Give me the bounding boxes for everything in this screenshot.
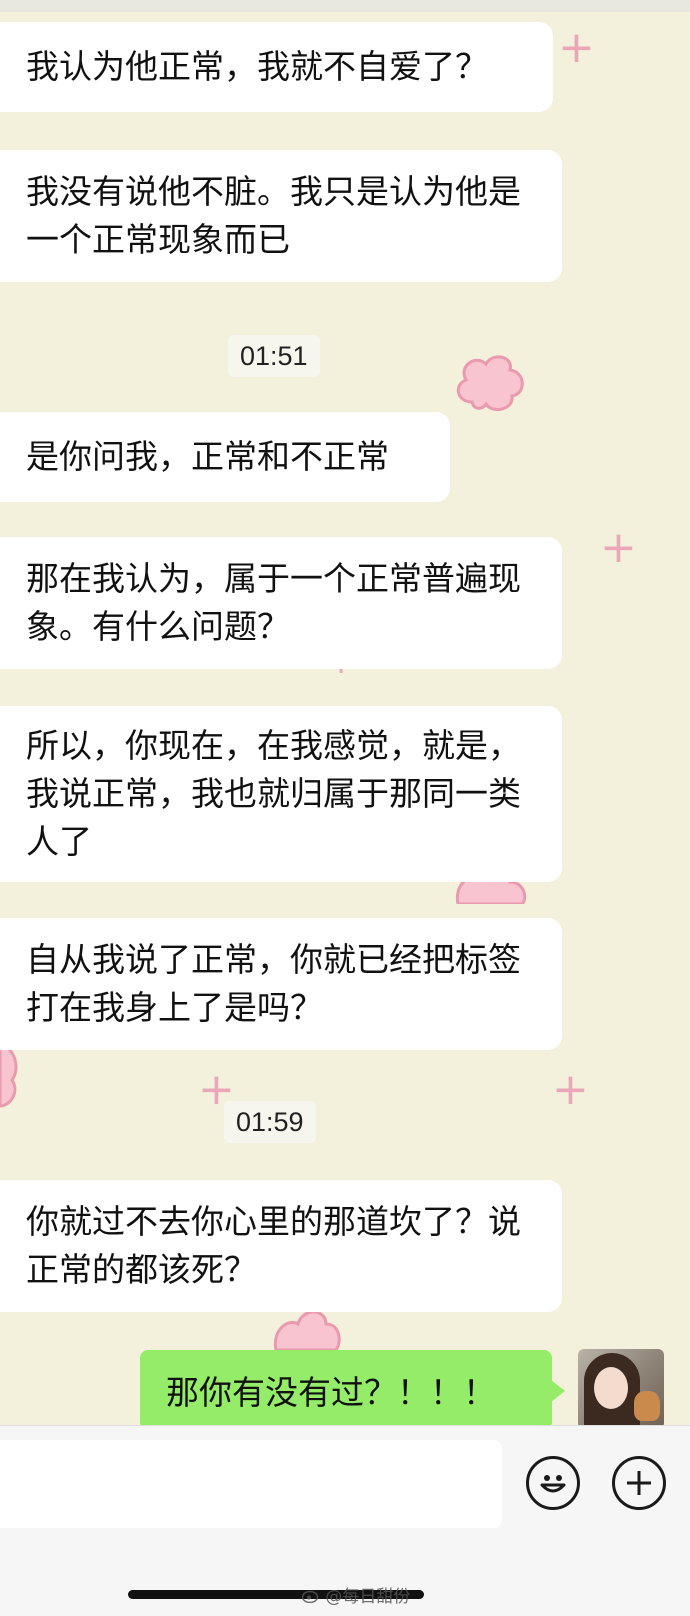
smile-icon <box>540 1475 566 1493</box>
top-divider <box>0 0 690 12</box>
message-bubble[interactable]: 自从我说了正常，你就已经把标签打在我身上了是吗？ <box>0 918 562 1050</box>
message-bubble[interactable]: 是你问我，正常和不正常 <box>0 412 450 502</box>
sparkle-decoration: + <box>552 1064 589 1115</box>
message-text: 你就过不去你心里的那道坎了？说正常的都该死？ <box>26 1202 521 1289</box>
message-bubble[interactable]: 那在我认为，属于一个正常普遍现象。有什么问题？ <box>0 537 562 669</box>
message-bubble[interactable]: 我没有说他不脏。我只是认为他是一个正常现象而已 <box>0 150 562 282</box>
avatar[interactable] <box>578 1349 664 1425</box>
message-text: 那在我认为，属于一个正常普遍现象。有什么问题？ <box>26 559 521 646</box>
chat-area[interactable]: + + + + + 我认为他正常，我就不自爱了？ 我没有说他不脏。我只是认为他是… <box>0 0 690 1425</box>
message-text: 我没有说他不脏。我只是认为他是一个正常现象而已 <box>26 172 521 259</box>
flower-decoration <box>0 1042 18 1108</box>
message-text: 自从我说了正常，你就已经把标签打在我身上了是吗？ <box>26 940 521 1027</box>
message-text: 那你有没有过？！！！ <box>166 1373 496 1412</box>
message-text: 所以，你现在，在我感觉，就是，我说正常，我也就归属于那同一类人了 <box>26 726 521 861</box>
sparkle-decoration: + <box>600 522 637 573</box>
sparkle-decoration: + <box>558 22 595 73</box>
watermark: @每日甜份 <box>301 1582 411 1607</box>
timestamp: 01:51 <box>228 335 320 377</box>
add-button[interactable] <box>612 1456 666 1510</box>
plus-icon <box>627 1471 651 1495</box>
avatar-pet <box>634 1391 660 1421</box>
sent-message-bubble[interactable]: 那你有没有过？！！！ <box>140 1350 565 1425</box>
avatar-face <box>594 1367 628 1409</box>
watermark-text: @每日甜份 <box>325 1587 411 1607</box>
message-bubble[interactable]: 你就过不去你心里的那道坎了？说正常的都该死？ <box>0 1180 562 1312</box>
message-input[interactable] <box>0 1440 502 1528</box>
timestamp: 01:59 <box>224 1101 316 1143</box>
message-bubble[interactable]: 我认为他正常，我就不自爱了？ <box>0 22 553 112</box>
flower-decoration <box>456 355 524 412</box>
message-bubble[interactable]: 所以，你现在，在我感觉，就是，我说正常，我也就归属于那同一类人了 <box>0 706 562 882</box>
message-text: 是你问我，正常和不正常 <box>26 437 389 476</box>
message-text: 我认为他正常，我就不自爱了？ <box>26 47 488 86</box>
emoji-button[interactable] <box>526 1456 580 1510</box>
weibo-icon <box>301 1590 319 1604</box>
